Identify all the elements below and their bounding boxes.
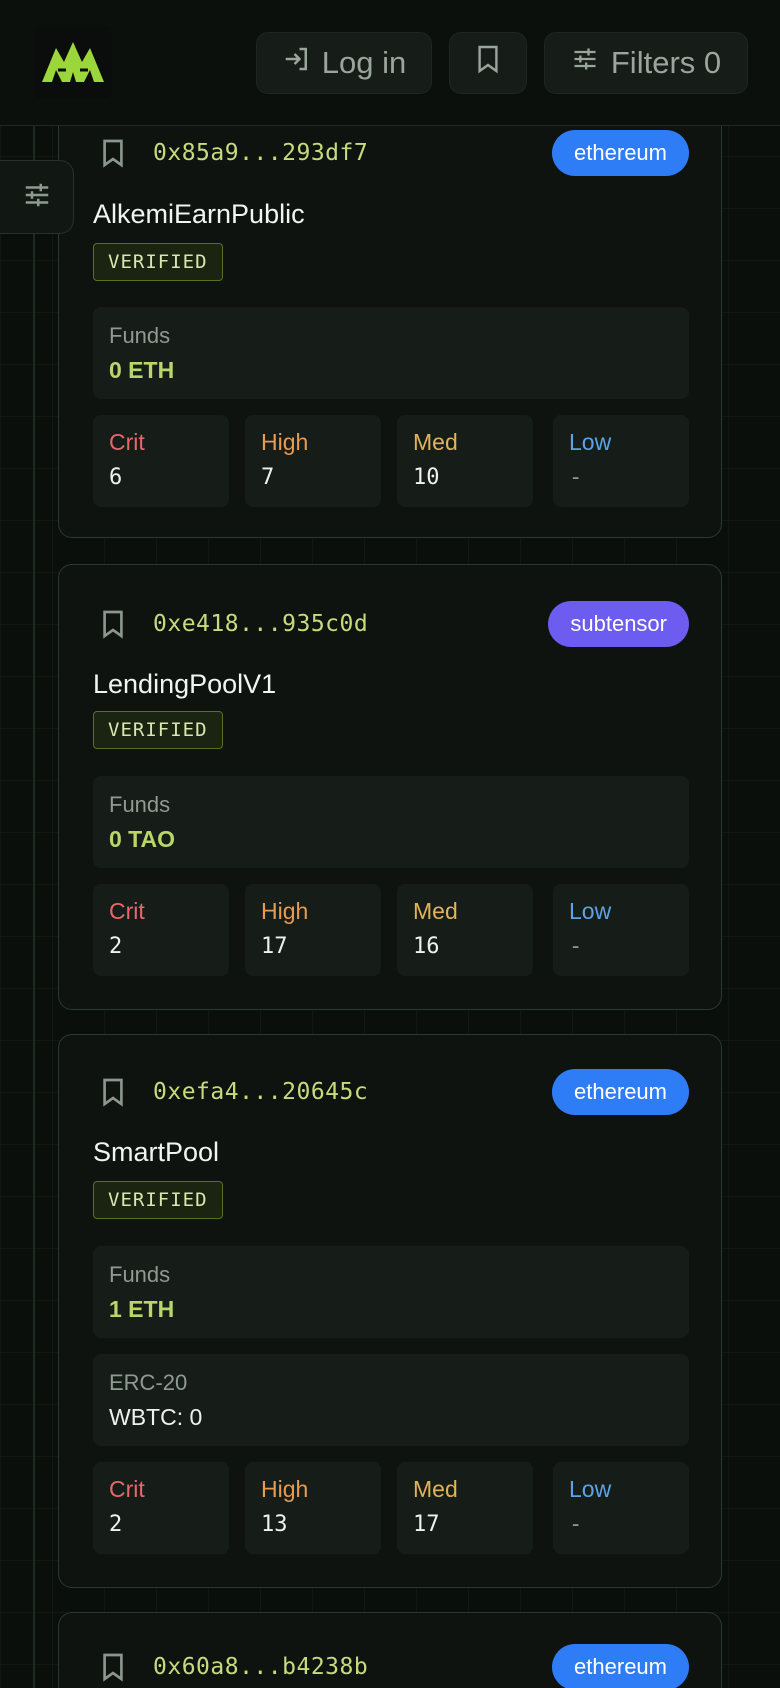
sliders-icon — [22, 180, 52, 215]
severity-low: Low - — [553, 1462, 689, 1554]
severity-crit: Crit 2 — [93, 884, 229, 976]
filters-label: Filters 0 — [610, 45, 722, 80]
severity-label: Low — [569, 898, 612, 924]
contract-card[interactable]: 0x85a9...293df7 ethereum AlkemiEarnPubli… — [58, 90, 722, 538]
severity-count: 6 — [109, 465, 123, 490]
contract-name: SmartPool — [93, 1137, 220, 1167]
severity-label: Crit — [109, 898, 145, 924]
severity-count: 2 — [109, 1512, 123, 1537]
severity-count: - — [569, 465, 583, 490]
severity-count: 10 — [413, 465, 440, 490]
contract-name: LendingPoolV1 — [93, 669, 277, 699]
severity-high: High 7 — [245, 415, 381, 507]
sliders-icon — [571, 45, 599, 81]
funds-value: 0 ETH — [109, 357, 175, 383]
status-badge: VERIFIED — [93, 1181, 223, 1219]
severity-label: Crit — [109, 1476, 145, 1502]
funds-value: 0 TAO — [109, 826, 176, 852]
contract-name: AlkemiEarnPublic — [93, 199, 305, 229]
severity-crit: Crit 6 — [93, 415, 229, 507]
severity-label: High — [261, 429, 309, 455]
severity-count: - — [569, 1512, 583, 1537]
funds-box: Funds 0 ETH — [93, 307, 689, 399]
login-button[interactable]: Log in — [256, 32, 432, 94]
chain-badge: ethereum — [552, 130, 689, 176]
logo-icon[interactable] — [34, 26, 112, 98]
contract-address[interactable]: 0xe418...935c0d — [153, 611, 368, 637]
severity-med: Med 17 — [397, 1462, 533, 1554]
severity-label: Low — [569, 1476, 612, 1502]
severity-crit: Crit 2 — [93, 1462, 229, 1554]
bookmarks-button[interactable] — [449, 32, 527, 94]
severity-high: High 17 — [245, 884, 381, 976]
filters-button[interactable]: Filters 0 — [544, 32, 748, 94]
severity-low: Low - — [553, 884, 689, 976]
severity-med: Med 10 — [397, 415, 533, 507]
contract-address[interactable]: 0xefa4...20645c — [153, 1079, 368, 1105]
severity-high: High 13 — [245, 1462, 381, 1554]
severity-count: 7 — [261, 465, 275, 490]
severity-label: High — [261, 898, 309, 924]
chain-badge: ethereum — [552, 1644, 689, 1688]
chain-badge: subtensor — [548, 601, 689, 647]
severity-count: 17 — [261, 934, 288, 959]
status-badge: VERIFIED — [93, 243, 223, 281]
severity-count: - — [569, 934, 583, 959]
severity-label: Med — [413, 1476, 458, 1502]
funds-value: 1 ETH — [109, 1296, 175, 1322]
bookmark-icon[interactable] — [99, 1651, 127, 1683]
severity-count: 16 — [413, 934, 440, 959]
severity-label: Crit — [109, 429, 145, 455]
severity-low: Low - — [553, 415, 689, 507]
top-header: Log in Filters 0 — [0, 0, 780, 126]
funds-label: Funds — [109, 792, 171, 817]
bookmark-icon[interactable] — [99, 608, 127, 640]
bookmark-icon[interactable] — [99, 1076, 127, 1108]
bookmark-icon — [476, 44, 500, 82]
severity-label: High — [261, 1476, 309, 1502]
funds-box: Funds 0 TAO — [93, 776, 689, 868]
funds-box: Funds 1 ETH — [93, 1246, 689, 1338]
erc20-value: WBTC: 0 — [109, 1404, 203, 1430]
side-filter-toggle[interactable] — [0, 160, 74, 234]
funds-label: Funds — [109, 323, 171, 348]
contract-address[interactable]: 0x85a9...293df7 — [153, 140, 368, 166]
severity-label: Low — [569, 429, 612, 455]
severity-count: 2 — [109, 934, 123, 959]
login-label: Log in — [321, 45, 407, 80]
status-badge: VERIFIED — [93, 711, 223, 749]
contract-card[interactable]: 0x60a8...b4238b ethereum — [58, 1612, 722, 1688]
left-rail — [33, 126, 35, 1688]
erc20-box: ERC-20 WBTC: 0 — [93, 1354, 689, 1446]
contract-address[interactable]: 0x60a8...b4238b — [153, 1654, 368, 1680]
severity-med: Med 16 — [397, 884, 533, 976]
severity-label: Med — [413, 898, 458, 924]
contract-card[interactable]: 0xefa4...20645c ethereum SmartPool VERIF… — [58, 1034, 722, 1588]
funds-label: Funds — [109, 1262, 171, 1287]
severity-count: 17 — [413, 1512, 440, 1537]
bookmark-icon[interactable] — [99, 137, 127, 169]
severity-count: 13 — [261, 1512, 288, 1537]
severity-label: Med — [413, 429, 458, 455]
login-arrow-icon — [282, 44, 312, 82]
contract-card[interactable]: 0xe418...935c0d subtensor LendingPoolV1 … — [58, 564, 722, 1010]
chain-badge: ethereum — [552, 1069, 689, 1115]
erc20-label: ERC-20 — [109, 1370, 188, 1395]
